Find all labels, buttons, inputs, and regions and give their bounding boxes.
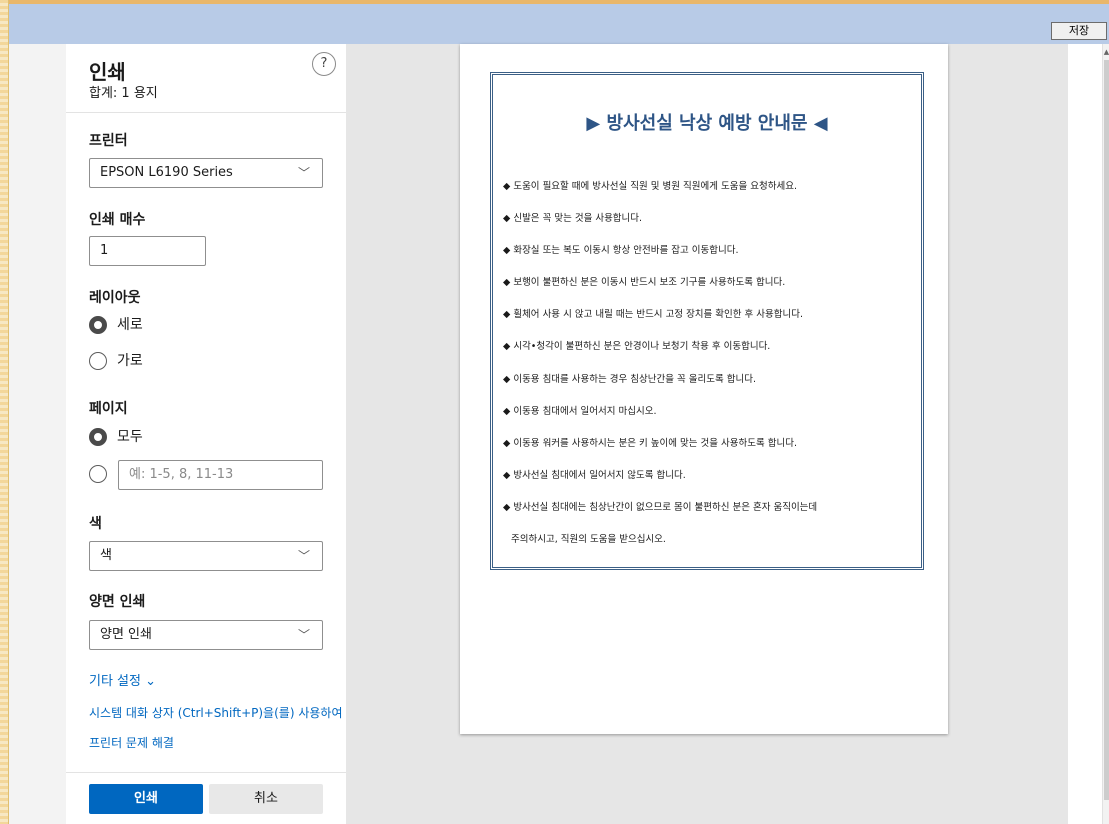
document-line: ◆ 휠체어 사용 시 앉고 내릴 때는 반드시 고정 장치를 확인한 후 사용합… [503, 309, 804, 320]
document-line: ◆ 방사선실 침대에서 일어서지 않도록 합니다. [503, 470, 686, 481]
printer-label: 프린터 [89, 133, 128, 149]
scrollbar-thumb[interactable] [1104, 60, 1109, 800]
save-button[interactable]: 저장 [1051, 22, 1107, 40]
document-line: 주의하시고, 직원의 도움을 받으십시오. [511, 534, 666, 545]
color-select[interactable]: 색 ﹀ [89, 541, 323, 571]
duplex-value: 양면 인쇄 [100, 627, 152, 642]
preview-page: ▶ 방사선실 낙상 예방 안내문 ◀ ◆ 도움이 필요할 때에 방사선실 직원 … [460, 44, 948, 734]
chevron-down-icon: ﹀ [297, 549, 310, 563]
troubleshoot-link[interactable]: 프린터 문제 해결 [89, 734, 174, 751]
chevron-down-icon: ﹀ [297, 628, 310, 642]
print-button[interactable]: 인쇄 [89, 784, 203, 814]
pages-range-input[interactable]: 예: 1-5, 8, 11-13 [118, 460, 323, 490]
pages-label: 페이지 [89, 401, 128, 417]
sheet-count: 합계: 1 용지 [89, 86, 158, 101]
color-label: 색 [89, 516, 102, 532]
document-line: ◆ 화장실 또는 복도 이동시 항상 안전바를 잡고 이동합니다. [503, 245, 739, 256]
chevron-down-icon: ﹀ [297, 166, 310, 180]
app-toolbar: 저장 [0, 0, 1109, 44]
document-line: ◆ 신발은 꼭 맞는 것을 사용합니다. [503, 213, 643, 224]
app-background [0, 44, 66, 824]
dialog-title: 인쇄 [89, 60, 126, 84]
window-edge [0, 0, 9, 824]
document-frame: ▶ 방사선실 낙상 예방 안내문 ◀ ◆ 도움이 필요할 때에 방사선실 직원 … [490, 72, 924, 570]
scroll-up-icon[interactable]: ▲ [1103, 48, 1109, 56]
print-settings-panel: 인쇄 합계: 1 용지 ? 프린터 EPSON L6190 Series ﹀ 인… [66, 44, 347, 824]
help-icon[interactable]: ? [312, 52, 336, 76]
header-divider [66, 112, 346, 113]
document-title: ▶ 방사선실 낙상 예방 안내문 ◀ [586, 113, 828, 134]
radio-unchecked-icon[interactable] [89, 465, 107, 483]
print-preview-area: ▶ 방사선실 낙상 예방 안내문 ◀ ◆ 도움이 필요할 때에 방사선실 직원 … [346, 44, 1068, 824]
printer-value: EPSON L6190 Series [100, 165, 233, 180]
layout-portrait-label: 세로 [117, 317, 143, 333]
copies-label: 인쇄 매수 [89, 212, 146, 228]
radio-checked-icon[interactable] [89, 428, 107, 446]
system-dialog-link[interactable]: 시스템 대화 상자 (Ctrl+Shift+P)을(를) 사용하여 인쇄 [89, 704, 346, 721]
vertical-scrollbar[interactable]: ▲ [1102, 44, 1109, 824]
footer-divider [66, 772, 346, 773]
document-line: ◆ 방사선실 침대에는 침상난간이 없으므로 몸이 불편하신 분은 혼자 움직이… [503, 502, 818, 513]
pages-all-label: 모두 [117, 429, 143, 445]
duplex-label: 양면 인쇄 [89, 594, 146, 610]
cancel-button[interactable]: 취소 [209, 784, 323, 814]
color-value: 색 [100, 548, 112, 563]
duplex-select[interactable]: 양면 인쇄 ﹀ [89, 620, 323, 650]
copies-input[interactable]: 1 [89, 236, 206, 266]
layout-label: 레이아웃 [89, 290, 141, 306]
radio-checked-icon[interactable] [89, 316, 107, 334]
printer-select[interactable]: EPSON L6190 Series ﹀ [89, 158, 323, 188]
more-settings-link[interactable]: 기타 설정 ⌄ [89, 670, 156, 689]
document-line: ◆ 시각•청각이 불편하신 분은 안경이나 보청기 착용 후 이동합니다. [503, 341, 771, 352]
document-line: ◆ 도움이 필요할 때에 방사선실 직원 및 병원 직원에게 도움을 요청하세요… [503, 181, 797, 192]
layout-landscape-label: 가로 [117, 353, 143, 369]
radio-unchecked-icon[interactable] [89, 352, 107, 370]
document-line: ◆ 이동용 워커를 사용하시는 분은 키 높이에 맞는 것을 사용하도록 합니다… [503, 438, 797, 449]
document-line: ◆ 보행이 불편하신 분은 이동시 반드시 보조 기구를 사용하도록 합니다. [503, 277, 786, 288]
document-line: ◆ 이동용 침대에서 일어서지 마십시오. [503, 406, 657, 417]
document-line: ◆ 이동용 침대를 사용하는 경우 침상난간을 꼭 올리도록 합니다. [503, 374, 756, 385]
